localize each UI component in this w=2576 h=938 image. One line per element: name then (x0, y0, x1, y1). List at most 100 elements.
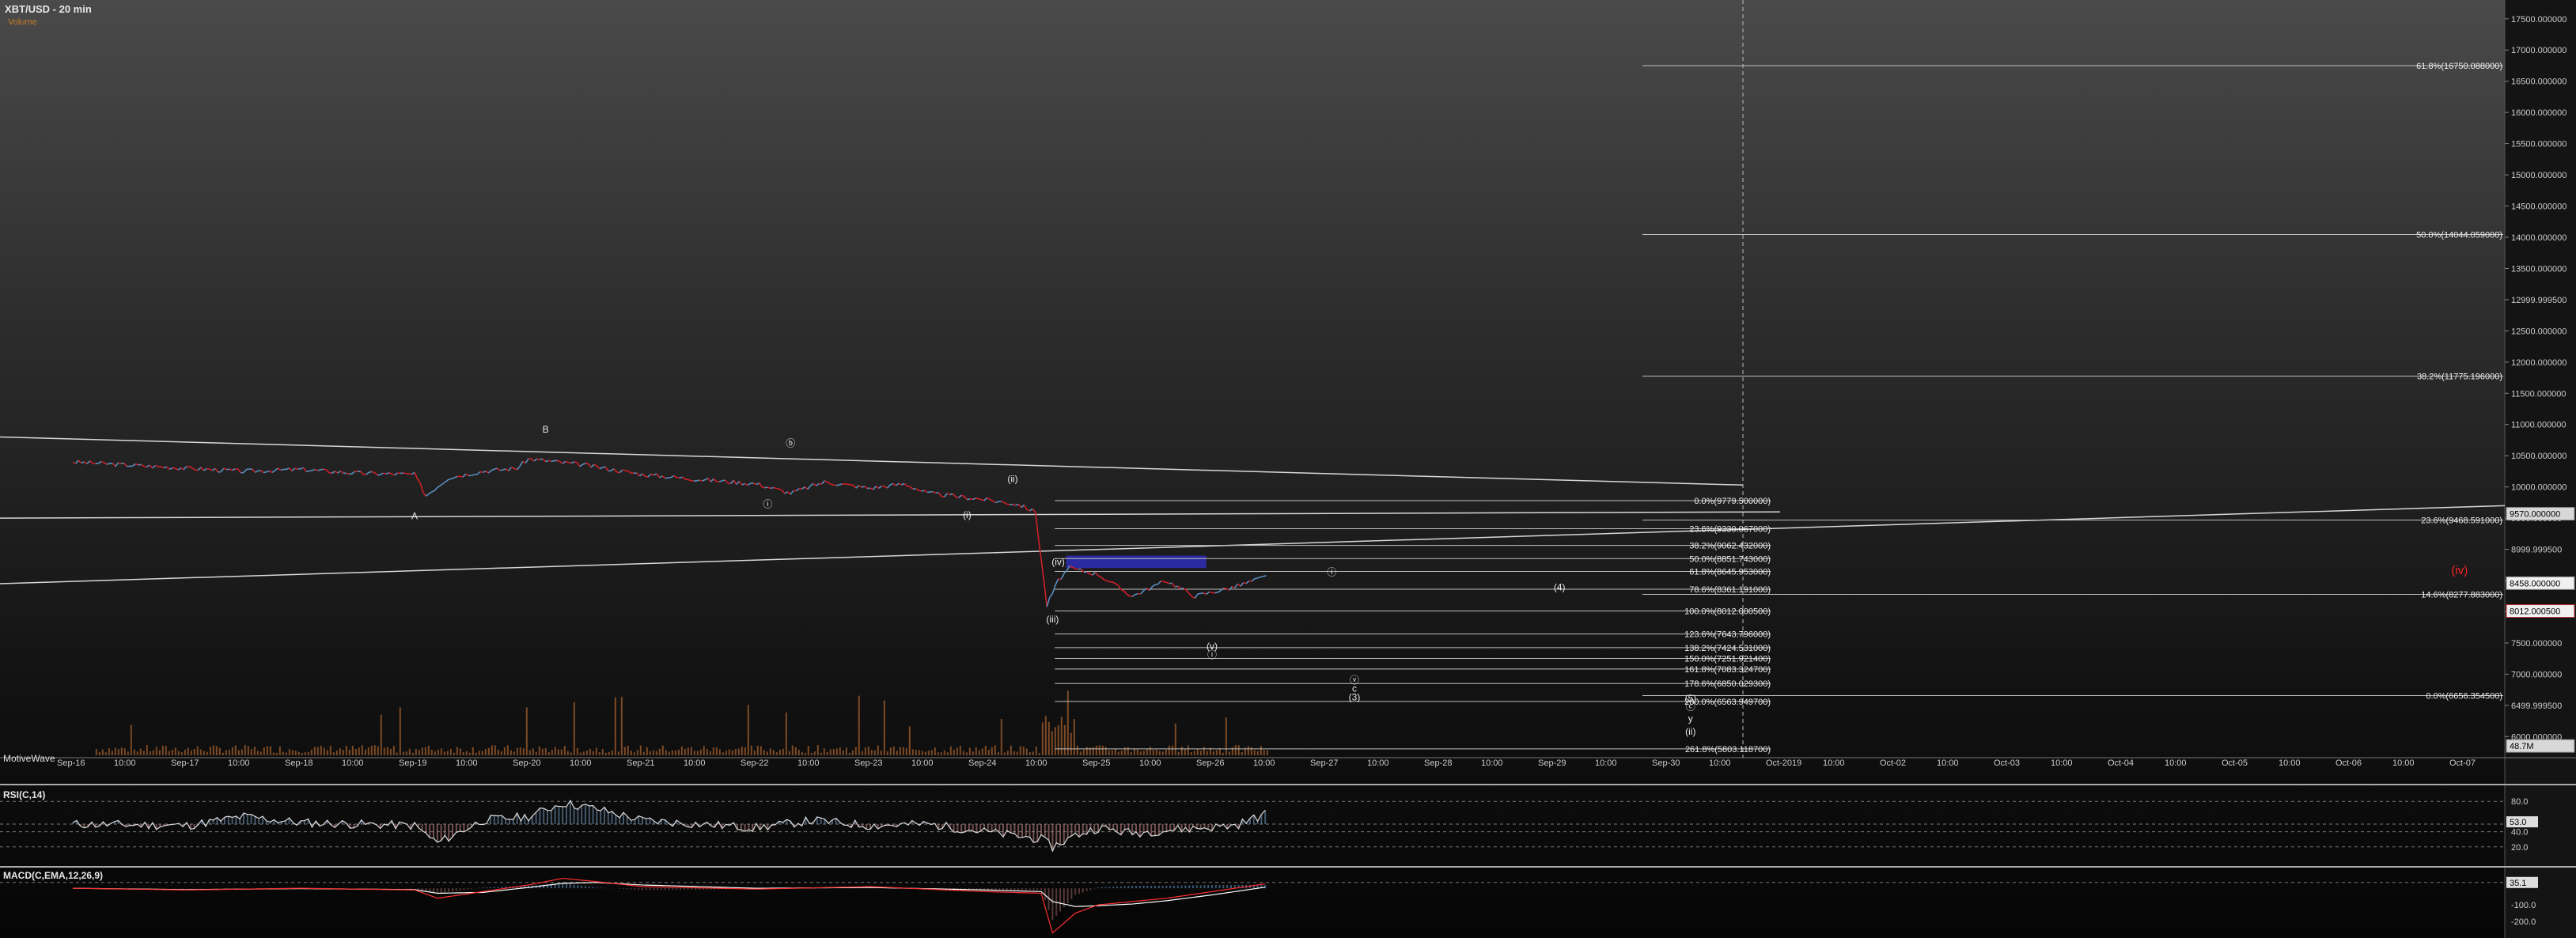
wave-label: (i) (963, 509, 972, 520)
volume-bar (199, 749, 202, 755)
price-segment (422, 492, 427, 497)
volume-bar (117, 749, 119, 755)
rsi-tick-label: 20.0 (2511, 843, 2528, 853)
price-segment (1197, 592, 1201, 595)
price-segment (869, 487, 873, 490)
volume-bar (1180, 747, 1183, 755)
price-segment (1003, 501, 1008, 505)
price-series (72, 457, 1267, 607)
price-segment (801, 486, 805, 490)
chart-window: 17500.000000 17000.000000 16500.000000 1600… (0, 0, 2576, 938)
price-segment (915, 488, 919, 491)
price-segment (243, 468, 248, 473)
time-tick-label: Sep-30 (1652, 758, 1680, 768)
volume-bar (1190, 752, 1192, 755)
price-segment (146, 464, 150, 467)
price-segment (78, 460, 82, 463)
volume-bar (456, 747, 458, 755)
price-segment (496, 467, 501, 471)
volume-bar (399, 707, 401, 755)
volume-bar (570, 752, 572, 755)
rsi-badge: 53.0 (2510, 818, 2526, 827)
volume-bar (604, 752, 607, 755)
volume-bar (528, 750, 531, 755)
volume-bar (434, 751, 436, 755)
volume-bar (639, 745, 642, 755)
volume-bar (307, 751, 309, 755)
volume-bar (630, 750, 632, 755)
fib-ext-label: 38.2%(11775.196000) (2417, 373, 2502, 382)
price-segment (1135, 592, 1138, 596)
wave-label: B (543, 424, 549, 435)
price-segment (1123, 590, 1127, 595)
price-segment (536, 458, 540, 460)
volume-bar (665, 750, 667, 755)
volume-bar (1222, 752, 1224, 755)
price-segment (926, 491, 930, 494)
volume-bar (877, 745, 879, 755)
price-segment (903, 482, 908, 487)
volume-bar (127, 751, 129, 755)
price-segment (1185, 589, 1190, 595)
volume-bar (927, 751, 930, 755)
volume-bar (1101, 745, 1104, 755)
volume-bar (854, 747, 857, 755)
volume-bar (187, 747, 189, 755)
volume-bar (453, 752, 455, 755)
price-segment (807, 485, 812, 490)
price-segment (337, 470, 341, 474)
price-tick-label: 14500.000000 (2511, 202, 2567, 212)
price-segment (1120, 588, 1124, 592)
price-segment (781, 490, 786, 494)
volume-bar (1070, 732, 1072, 755)
time-tick-label: 10:00 (1481, 758, 1503, 768)
price-segment (191, 467, 196, 471)
volume-bar (766, 751, 768, 755)
price-segment (559, 460, 563, 464)
volume-bar (152, 750, 154, 755)
price-segment (1023, 504, 1028, 510)
volume-bar (930, 750, 933, 755)
price-segment (312, 468, 316, 471)
price-segment (462, 473, 467, 478)
price-tick-label: 16000.000000 (2511, 108, 2567, 118)
volume-bar (801, 752, 803, 755)
price-segment (722, 479, 725, 482)
volume-bar (532, 748, 534, 755)
volume-bar (1237, 745, 1240, 755)
volume-bar (1136, 749, 1138, 755)
price-segment (403, 472, 407, 475)
price-segment (673, 475, 677, 478)
price-segment (773, 486, 777, 490)
price-segment (161, 466, 165, 469)
price-segment (964, 496, 968, 501)
price-segment (747, 482, 752, 486)
volume-bar (576, 747, 578, 755)
price-segment (767, 486, 771, 490)
volume-bar (513, 751, 515, 755)
price-segment (86, 460, 91, 464)
macd-signal-line (72, 882, 1266, 907)
volume-bar (889, 747, 892, 755)
volume-bar (680, 746, 683, 755)
volume-bar (411, 752, 414, 755)
price-badge: 48.7M (2510, 742, 2534, 751)
price-segment (1097, 575, 1101, 578)
price-segment (872, 486, 877, 490)
price-segment (1243, 581, 1247, 584)
price-segment (551, 460, 555, 463)
price-segment (1100, 577, 1104, 581)
volume-bar (772, 750, 775, 755)
price-segment (684, 478, 688, 481)
macd-title: MACD(C,EMA,12,26,9) (3, 870, 104, 881)
fib-ext-label: 14.6%(8277.883000) (2421, 591, 2502, 600)
volume-bar (608, 752, 610, 755)
price-segment (545, 460, 549, 463)
price-segment (847, 483, 850, 486)
volume-bar (389, 748, 392, 755)
volume-bar (234, 745, 237, 755)
volume-bar (1054, 727, 1056, 755)
volume-bar (1193, 751, 1195, 755)
price-segment (428, 491, 433, 495)
price-tick-label: 6499.999500 (2511, 702, 2562, 711)
